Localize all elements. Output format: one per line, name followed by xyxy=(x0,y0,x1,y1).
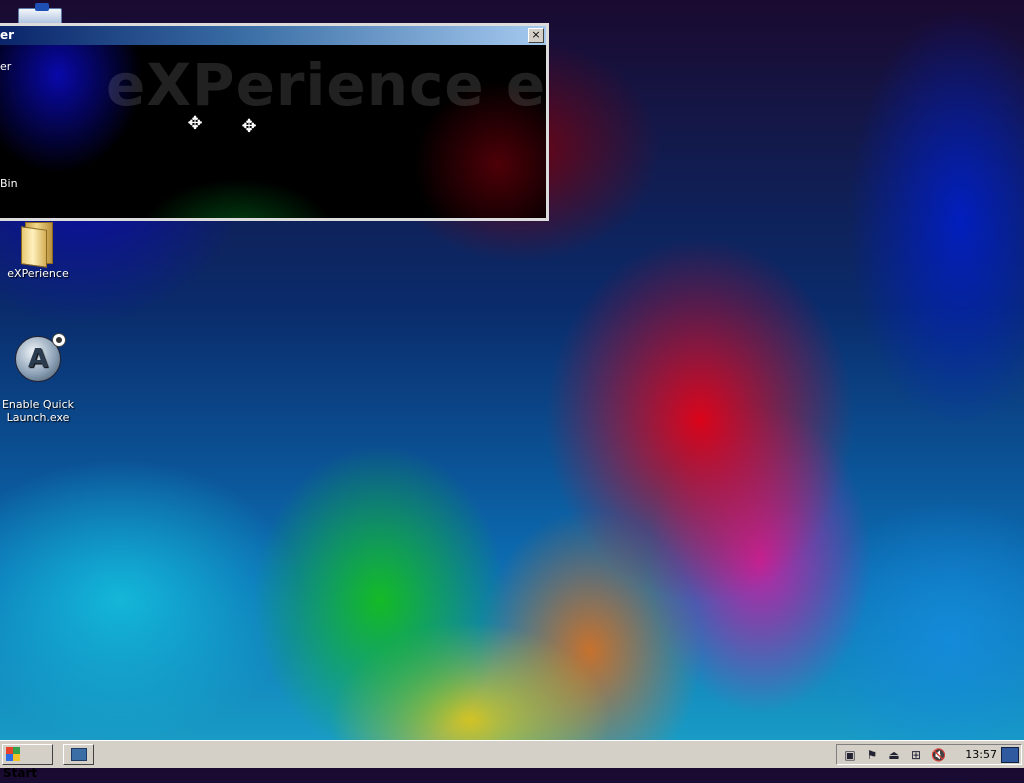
network-icon[interactable]: ▣ xyxy=(843,748,857,762)
windows-logo-icon xyxy=(6,747,20,761)
close-button[interactable]: × xyxy=(528,28,544,43)
app-window[interactable]: er × eXPerience e er Bin ✥ ✥ xyxy=(0,23,549,221)
show-desktop-icon xyxy=(71,748,87,761)
desktop-icon-label: eXPerience xyxy=(7,267,69,280)
quick-launch-show-desktop-button[interactable] xyxy=(63,744,94,765)
start-button[interactable]: Start xyxy=(2,744,53,780)
desktop-icon[interactable] xyxy=(1001,747,1019,763)
watermark-text: eXPerience e xyxy=(106,51,547,119)
volume-muted-icon[interactable]: 🔇 xyxy=(931,748,946,762)
clock[interactable]: 13:57 xyxy=(965,748,997,761)
system-tray: ▣ ⚑ ⏏ ⊞ 🔇 13:57 xyxy=(836,744,1022,765)
move-cursor-icon: ✥ xyxy=(187,113,203,134)
window-title: er xyxy=(0,28,15,42)
desktop-icon-label: Enable Quick Launch.exe xyxy=(1,398,75,424)
start-label: Start xyxy=(3,766,38,780)
app-launch-icon: A xyxy=(15,333,66,382)
desktop-icon-experience[interactable]: eXPerience xyxy=(0,222,76,280)
flag-icon[interactable]: ⚑ xyxy=(865,748,879,762)
move-cursor-icon: ✥ xyxy=(241,116,257,137)
desktop-icon-enable-quick-launch[interactable]: A Enable Quick Launch.exe xyxy=(0,323,76,424)
window-side-label-2: Bin xyxy=(0,177,18,190)
taskbar: Start ▣ ⚑ ⏏ ⊞ 🔇 13:57 xyxy=(0,740,1024,780)
window-content: eXPerience e er Bin ✥ ✥ xyxy=(0,45,546,218)
lan-icon[interactable]: ⊞ xyxy=(909,748,923,762)
window-titlebar[interactable]: er × xyxy=(0,26,546,45)
window-side-label-1: er xyxy=(0,60,12,73)
usb-safe-remove-icon[interactable]: ⏏ xyxy=(887,748,901,762)
folder-icon xyxy=(21,222,55,268)
